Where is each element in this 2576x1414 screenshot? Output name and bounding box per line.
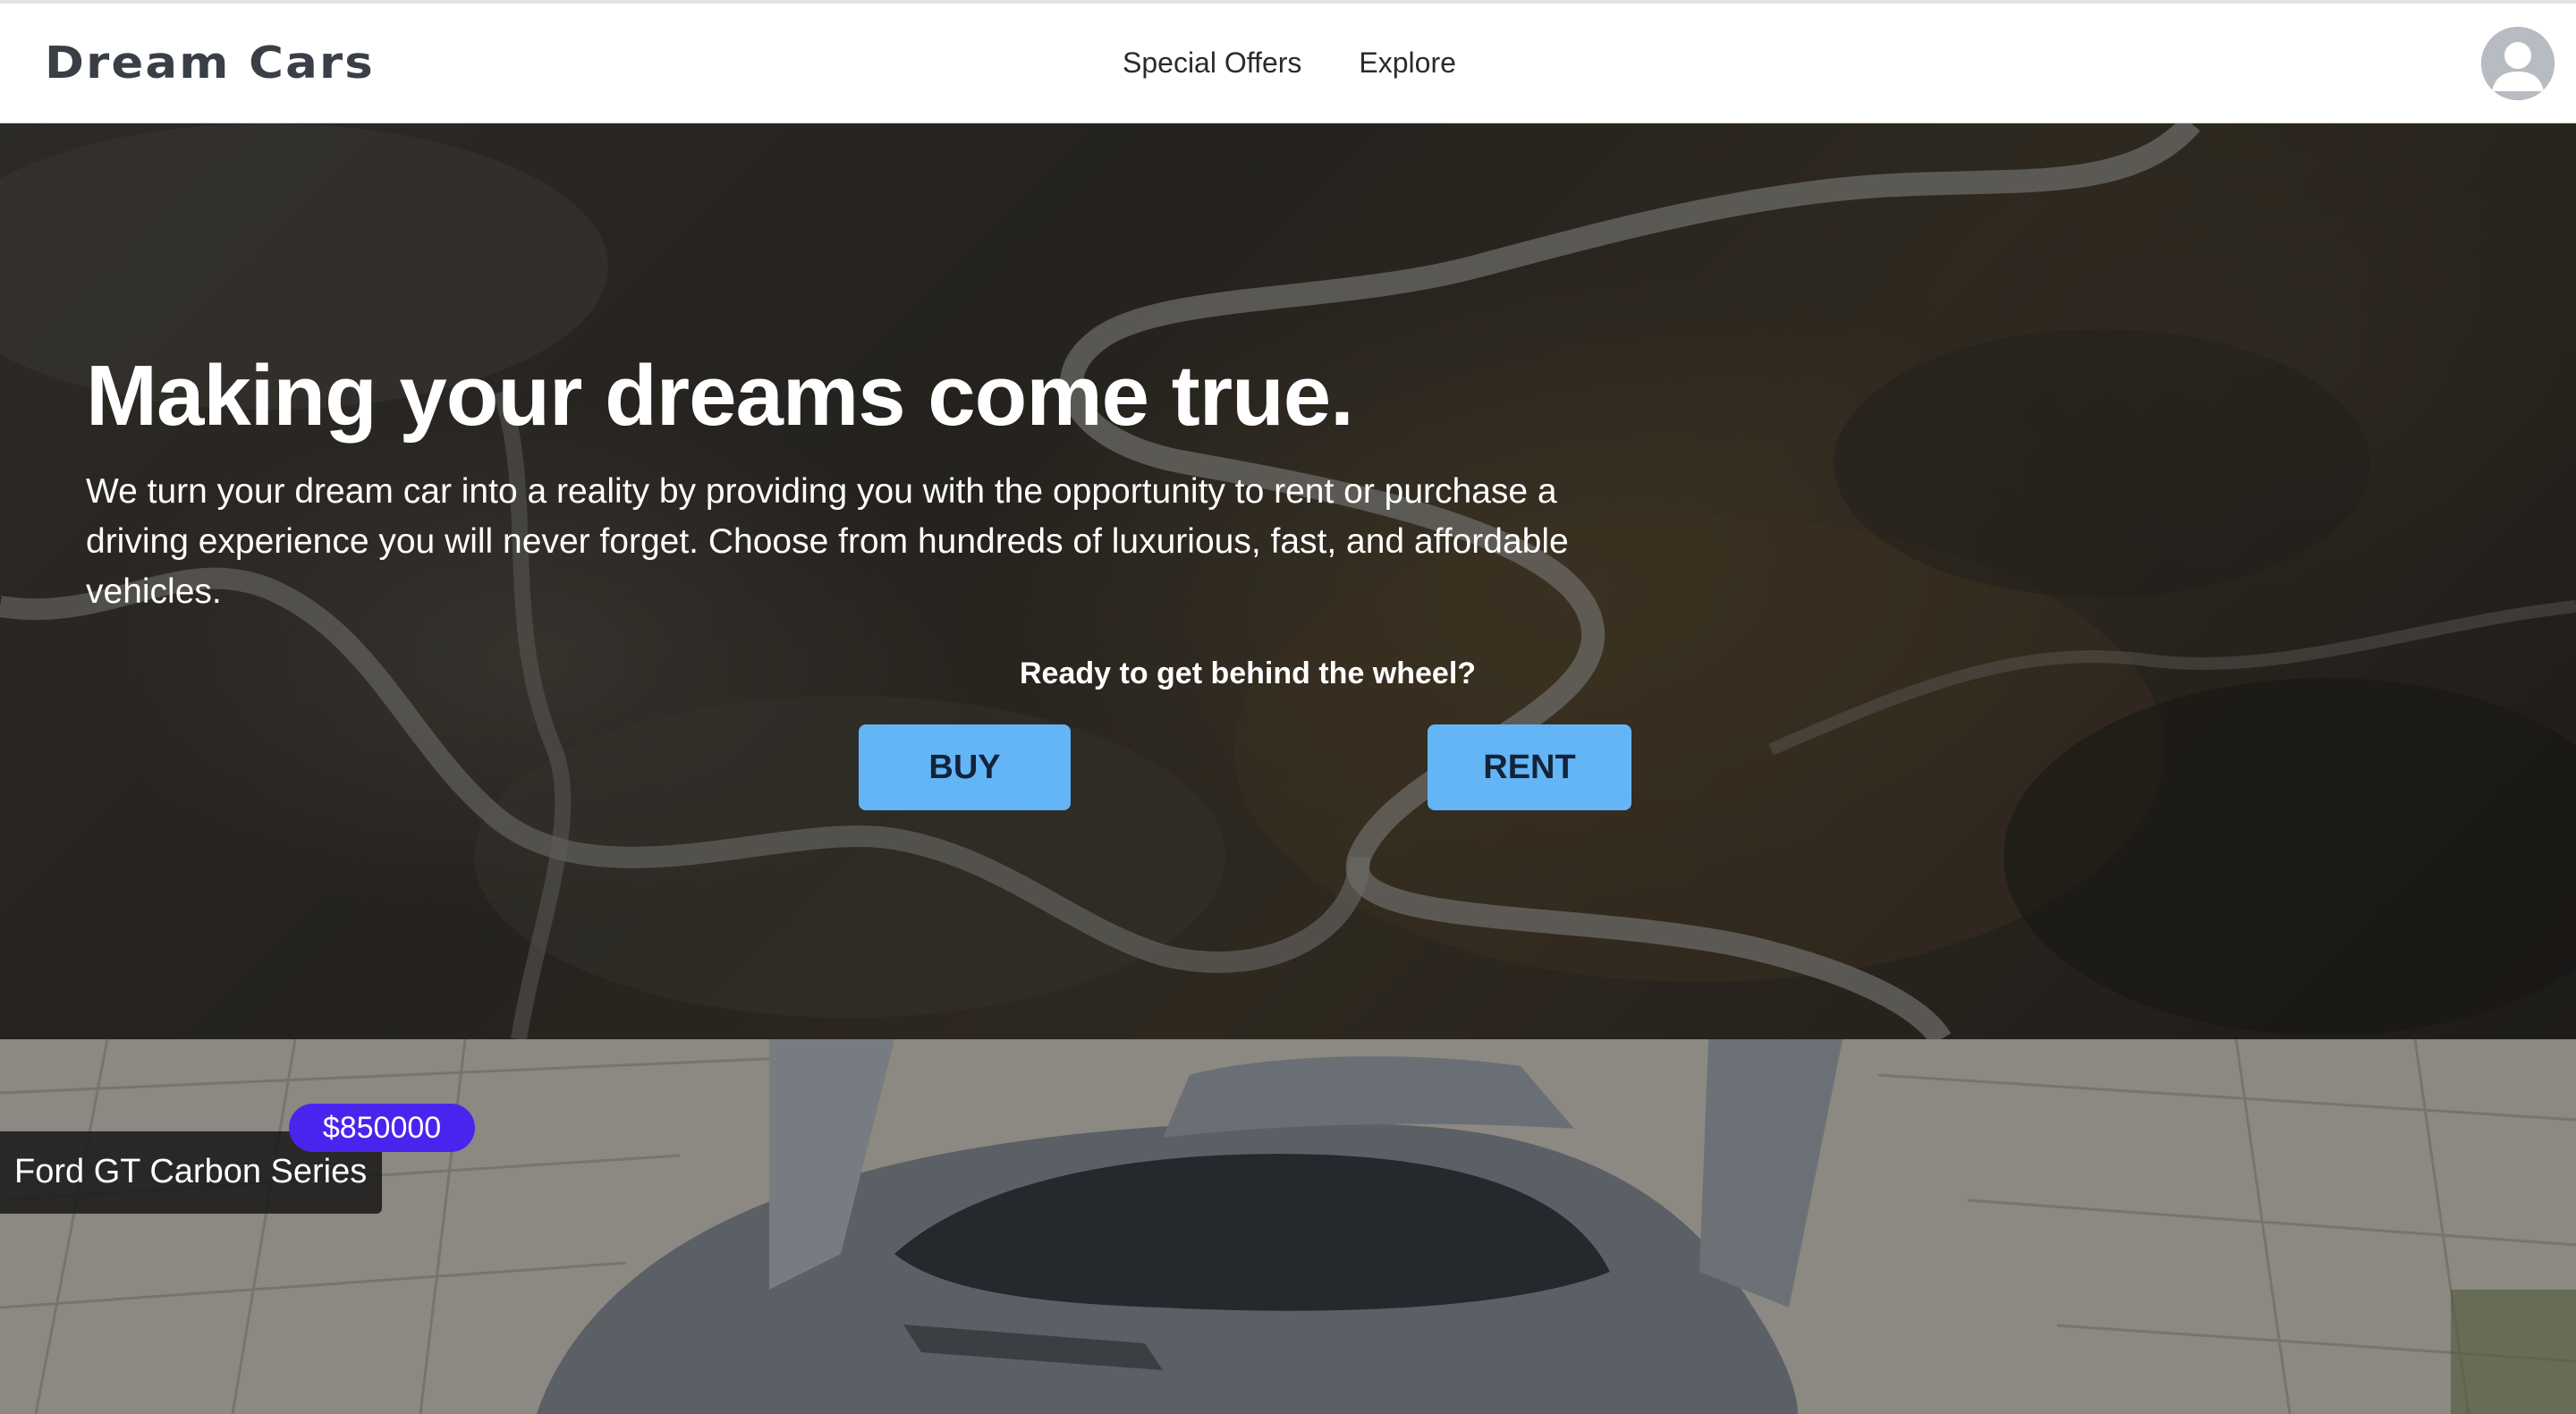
hero-title: Making your dreams come true. — [86, 348, 1354, 444]
price-badge: $850000 — [289, 1104, 475, 1152]
rent-button[interactable]: RENT — [1428, 724, 1631, 810]
car-name: Ford GT Carbon Series — [14, 1153, 368, 1190]
cta-prompt: Ready to get behind the wheel? — [1020, 656, 1477, 690]
top-navbar: Dream Cars Special Offers Explore — [0, 0, 2576, 123]
hero-description: We turn your dream car into a reality by… — [86, 472, 1569, 611]
featured-car-image — [0, 1039, 2576, 1414]
nav-link-special-offers[interactable]: Special Offers — [1123, 47, 1301, 80]
hero-section: Making your dreams come true. We turn yo… — [0, 123, 2576, 1039]
buy-button[interactable]: BUY — [859, 724, 1071, 810]
avatar-silhouette — [2481, 27, 2555, 100]
nav-link-explore[interactable]: Explore — [1359, 47, 1456, 80]
brand-logo[interactable]: Dream Cars — [45, 38, 375, 89]
featured-car-card[interactable]: Ford GT Carbon Series $850000 — [0, 1039, 2576, 1414]
main-nav: Special Offers Explore — [1123, 47, 1456, 80]
user-avatar-icon[interactable] — [2481, 27, 2555, 100]
